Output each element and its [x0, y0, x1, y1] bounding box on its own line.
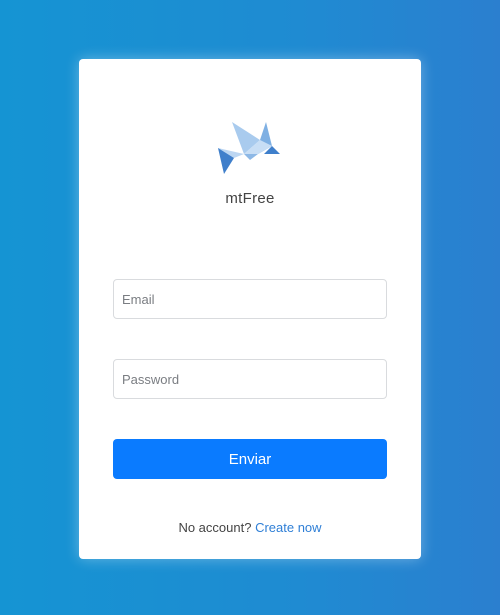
origami-bird-icon — [218, 122, 280, 174]
signup-prompt: No account? Create now — [79, 520, 421, 535]
email-input[interactable] — [113, 279, 387, 319]
create-account-link[interactable]: Create now — [255, 520, 321, 535]
brand-name: mtFree — [225, 190, 275, 207]
no-account-text: No account? — [178, 520, 252, 535]
password-input[interactable] — [113, 359, 387, 399]
login-card: mtFree Enviar No account? Create now — [79, 59, 421, 559]
submit-button[interactable]: Enviar — [113, 439, 387, 479]
